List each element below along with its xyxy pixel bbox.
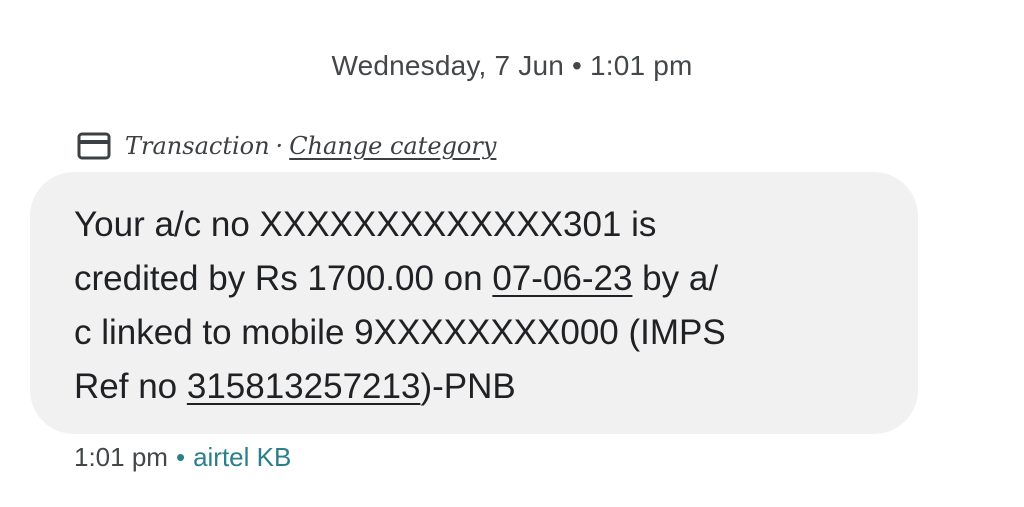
message-time: 1:01 pm (74, 442, 168, 472)
message-line-2-pre: credited by Rs 1700.00 on (74, 259, 493, 298)
message-bubble[interactable]: Your a/c no XXXXXXXXXXXXX301 is credited… (30, 172, 918, 434)
message-line-1: Your a/c no XXXXXXXXXXXXX301 is (74, 205, 657, 244)
message-text: Your a/c no XXXXXXXXXXXXX301 is credited… (74, 198, 878, 414)
date-link[interactable]: 07-06-23 (492, 259, 632, 298)
message-thread: Wednesday, 7 Jun • 1:01 pm Transaction ·… (0, 0, 1024, 507)
message-line-4-pre: Ref no (74, 367, 187, 406)
message-line-4-post: )-PNB (420, 367, 516, 406)
message-meta: 1:01 pm • airtel KB (74, 442, 291, 473)
meta-separator: • (175, 442, 186, 472)
category-separator: · (275, 132, 284, 160)
message-line-2-post: by a/ (632, 259, 719, 298)
sim-label: airtel KB (193, 442, 292, 472)
date-header: Wednesday, 7 Jun • 1:01 pm (331, 50, 693, 81)
message-line-3: c linked to mobile 9XXXXXXXX000 (IMPS (74, 313, 726, 352)
category-label: Transaction (125, 132, 270, 160)
change-category-link[interactable]: Change category (289, 132, 496, 160)
category-row: Transaction · Change category (77, 128, 496, 164)
credit-card-icon (77, 132, 111, 160)
reference-number-link[interactable]: 315813257213 (187, 367, 421, 406)
